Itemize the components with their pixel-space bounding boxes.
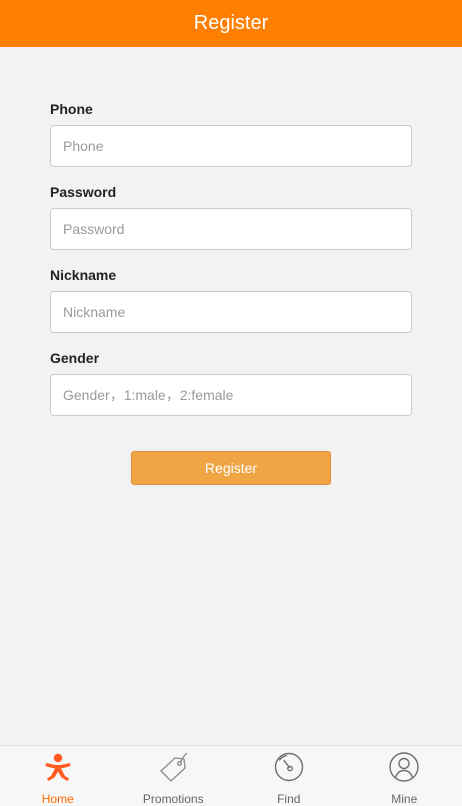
user-circle-icon bbox=[389, 752, 419, 782]
gender-input[interactable] bbox=[50, 374, 412, 416]
tab-label-mine: Mine bbox=[391, 792, 418, 806]
tab-label-find: Find bbox=[277, 792, 301, 806]
tab-home[interactable]: Home bbox=[0, 746, 116, 806]
app-root: Register Phone Password Nickname Gender … bbox=[0, 0, 462, 806]
app-header: Register bbox=[0, 0, 462, 47]
person-icon bbox=[45, 753, 71, 781]
nickname-field-group: Nickname bbox=[50, 266, 412, 333]
password-field-group: Password bbox=[50, 183, 412, 250]
gender-label: Gender bbox=[50, 350, 100, 366]
phone-label: Phone bbox=[50, 101, 93, 117]
compass-icon bbox=[274, 752, 303, 782]
nickname-input[interactable] bbox=[50, 291, 412, 333]
tab-label-promotions: Promotions bbox=[142, 792, 204, 806]
phone-field-group: Phone bbox=[50, 100, 412, 167]
password-label: Password bbox=[50, 184, 117, 200]
gender-field-group: Gender bbox=[50, 349, 412, 416]
tab-label-home: Home bbox=[41, 792, 74, 806]
register-button[interactable]: Register bbox=[131, 451, 331, 485]
tab-mine[interactable]: Mine bbox=[347, 746, 462, 806]
tab-promotions[interactable]: Promotions bbox=[116, 746, 232, 806]
password-input[interactable] bbox=[50, 208, 412, 250]
nickname-label: Nickname bbox=[50, 267, 117, 283]
page-title: Register bbox=[193, 12, 269, 34]
tag-icon bbox=[160, 752, 188, 782]
phone-input[interactable] bbox=[50, 125, 412, 167]
bottom-tab-bar: Home Promotions Find Mine bbox=[0, 745, 462, 806]
register-form: Phone Password Nickname Gender bbox=[50, 100, 412, 416]
tab-find[interactable]: Find bbox=[231, 746, 347, 806]
